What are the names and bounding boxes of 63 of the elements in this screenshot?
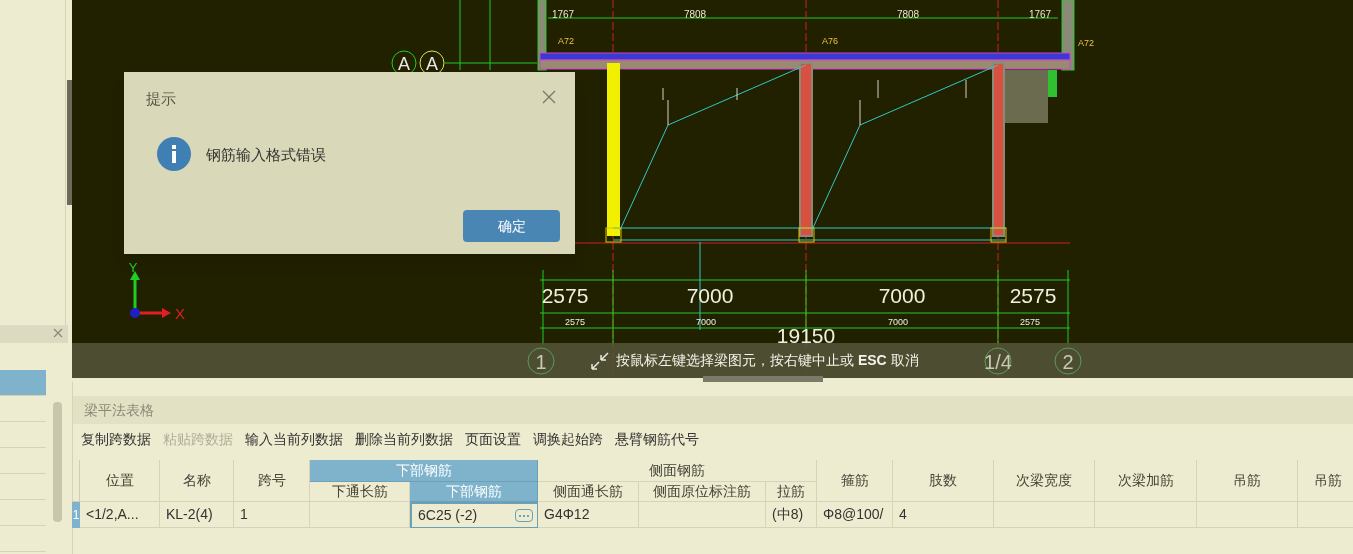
column-header[interactable]: 侧面通长筋 (538, 482, 639, 502)
dimension-label: 2575 (1009, 284, 1057, 307)
coordinate-axes-icon (130, 271, 171, 318)
cell-text: 4 (899, 505, 907, 524)
list-row[interactable] (0, 370, 46, 396)
column-header[interactable]: 肢数 (893, 460, 994, 502)
dimension-label: 7000 (878, 284, 926, 307)
dimension-label: 2575 (1020, 317, 1040, 327)
cell-text: KL-2(4) (166, 505, 213, 524)
info-icon (157, 137, 191, 171)
axis-label: X (175, 305, 185, 322)
more-icon[interactable] (515, 509, 533, 522)
ok-button[interactable]: 确定 (463, 210, 560, 242)
toolbar-button[interactable]: 复制跨数据 (81, 429, 151, 450)
dialog-title: 提示 (146, 89, 176, 109)
panel-toggle-tab[interactable] (703, 376, 823, 382)
panel-title: 梁平法表格 (84, 400, 154, 420)
toolbar-button[interactable]: 输入当前列数据 (245, 429, 343, 450)
column-header[interactable]: 箍筋 (817, 460, 893, 502)
cell-text: 6C25 (-2) (418, 506, 478, 525)
cell-text: G4Φ12 (544, 505, 590, 524)
column-header[interactable]: 次梁宽度 (994, 460, 1095, 502)
panel-header (0, 325, 68, 343)
status-message: 按鼠标左键选择梁图元，按右键中止或 ESC 取消 (616, 351, 919, 370)
column-header[interactable]: 次梁加筋 (1095, 460, 1197, 502)
close-button[interactable] (540, 88, 558, 106)
column-group-header[interactable]: 侧面钢筋 (538, 460, 817, 482)
toolbar-button[interactable]: 删除当前列数据 (355, 429, 453, 450)
dimension-label: 7808 (683, 9, 707, 20)
dimension-label: 19150 (776, 324, 836, 347)
dimension-label: 7000 (888, 317, 908, 327)
cell-text: (中8) (772, 505, 804, 524)
axis-label: Y (128, 260, 138, 275)
dimension-label: 1767 (551, 9, 575, 20)
close-icon[interactable] (52, 326, 64, 340)
dimension-label: 7808 (896, 9, 920, 20)
axis-bubble: 1/4 (984, 347, 1012, 375)
cell-text: <1/2,A... (86, 505, 139, 524)
toolbar-button[interactable]: 调换起始跨 (533, 429, 603, 450)
axis-bubble: 2 (1054, 347, 1082, 375)
column-header[interactable]: 位置 (80, 460, 160, 502)
column-tag: A76 (822, 36, 838, 46)
cell-text: Φ8@100/ (823, 505, 884, 524)
dimension-label: 1767 (1028, 9, 1052, 20)
column-header[interactable]: 侧面原位标注筋 (639, 482, 766, 502)
dimension-label: 2575 (565, 317, 585, 327)
dimension-label: 2575 (541, 284, 589, 307)
column-header[interactable]: 名称 (160, 460, 234, 502)
dimension-label: 7000 (686, 284, 734, 307)
scrollbar-thumb[interactable] (53, 402, 62, 522)
dimension-label: 7000 (696, 317, 716, 327)
axis-bubble: 1 (527, 347, 555, 375)
column-tag: A72 (558, 36, 574, 46)
cell-input[interactable]: 6C25 (-2) (410, 502, 538, 528)
column-header[interactable]: 吊筋 (1197, 460, 1298, 502)
splitter-handle[interactable] (67, 80, 72, 205)
toolbar-button[interactable]: 页面设置 (465, 429, 521, 450)
column-header[interactable]: 拉筋 (766, 482, 817, 502)
toolbar-button[interactable]: 悬臂钢筋代号 (615, 429, 699, 450)
dialog-message: 钢筋输入格式错误 (206, 145, 326, 165)
column-tag: A72 (1078, 38, 1094, 48)
cell-text: 1 (240, 505, 248, 524)
column-header[interactable]: 吊筋 (1298, 460, 1353, 502)
